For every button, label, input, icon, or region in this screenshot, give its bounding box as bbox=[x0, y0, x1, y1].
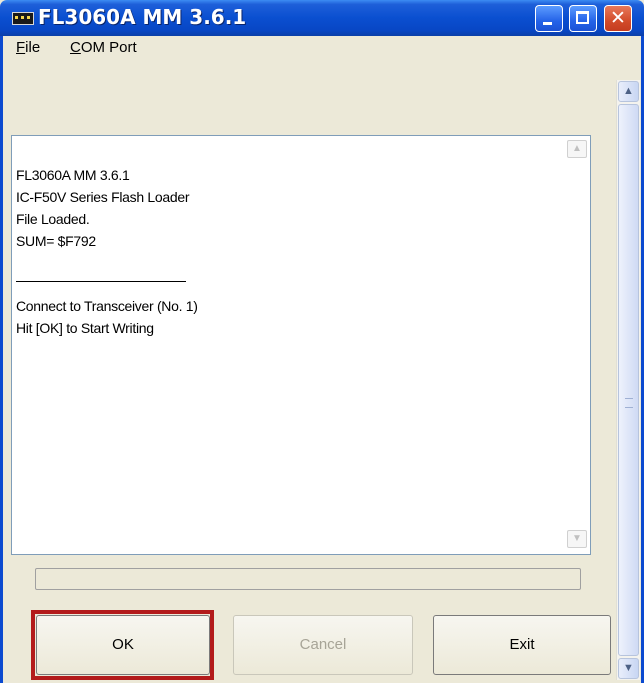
menu-com-port-accel: C bbox=[70, 39, 81, 56]
log-line: FL3060A MM 3.6.1 bbox=[16, 167, 130, 183]
cancel-button: Cancel bbox=[233, 615, 413, 675]
scroll-thumb[interactable] bbox=[618, 104, 639, 656]
close-icon: ✕ bbox=[610, 7, 626, 29]
app-window: FL3060A MM 3.6.1 ✕ File COM Port FL3060A… bbox=[0, 0, 644, 683]
minimize-button[interactable] bbox=[535, 5, 563, 32]
minimize-icon bbox=[543, 22, 552, 25]
log-line: IC-F50V Series Flash Loader bbox=[16, 189, 190, 205]
window-scrollbar[interactable]: ▲ ▼ bbox=[616, 80, 640, 680]
log-scroll-down-icon[interactable]: ▼ bbox=[567, 530, 587, 548]
maximize-icon bbox=[576, 11, 589, 24]
log-textarea[interactable]: FL3060A MM 3.6.1 IC-F50V Series Flash Lo… bbox=[11, 135, 591, 555]
grip-icon bbox=[625, 398, 633, 408]
title-bar[interactable]: FL3060A MM 3.6.1 ✕ bbox=[0, 0, 644, 36]
close-button[interactable]: ✕ bbox=[604, 5, 632, 32]
menu-com-port[interactable]: COM Port bbox=[70, 39, 137, 56]
log-line: Hit [OK] to Start Writing bbox=[16, 320, 154, 336]
menu-file-accel: F bbox=[16, 39, 26, 56]
menu-file-label: ile bbox=[25, 39, 41, 56]
menu-bar: File COM Port bbox=[3, 36, 641, 60]
log-line: SUM= $F792 bbox=[16, 233, 96, 249]
ok-highlight-box bbox=[31, 610, 214, 680]
log-scroll-up-icon[interactable]: ▲ bbox=[567, 140, 587, 158]
maximize-button[interactable] bbox=[569, 5, 597, 32]
separator-line bbox=[16, 281, 186, 282]
scroll-up-icon[interactable]: ▲ bbox=[618, 81, 639, 102]
exit-button[interactable]: Exit bbox=[433, 615, 611, 675]
menu-com-port-label: OM Port bbox=[80, 39, 137, 56]
scroll-down-icon[interactable]: ▼ bbox=[618, 658, 639, 679]
menu-file[interactable]: File bbox=[16, 39, 40, 56]
progress-bar bbox=[35, 568, 581, 590]
log-line: Connect to Transceiver (No. 1) bbox=[16, 298, 198, 314]
chip-icon bbox=[12, 12, 34, 25]
window-title: FL3060A MM 3.6.1 bbox=[38, 5, 247, 29]
window-border-left bbox=[0, 36, 3, 683]
log-line: File Loaded. bbox=[16, 211, 90, 227]
